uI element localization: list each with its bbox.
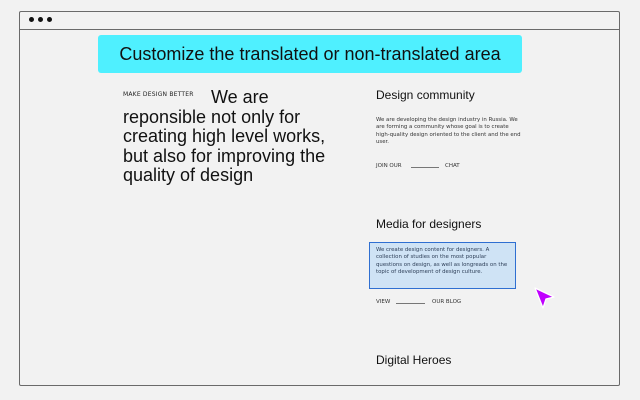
window-titlebar: [20, 12, 619, 30]
link-label-right: OUR BLOG: [432, 299, 462, 305]
link-divider: [396, 303, 425, 304]
section-title-design-community: Design community: [376, 88, 475, 102]
hero-heading-line1: We are: [211, 87, 269, 107]
section-description-design-community: We are developing the design industry in…: [376, 117, 521, 146]
hero-heading: We are reponsible not only for creating …: [123, 87, 328, 186]
window-dot-icon[interactable]: [38, 17, 43, 22]
section-title-media-for-designers: Media for designers: [376, 217, 482, 231]
link-label-left: JOIN OUR: [376, 163, 402, 169]
window-dot-icon[interactable]: [29, 17, 34, 22]
window-dot-icon[interactable]: [47, 17, 52, 22]
hero-heading-rest: reponsible not only for creating high le…: [123, 106, 326, 185]
link-divider: [411, 167, 439, 168]
link-label-right: CHAT: [445, 163, 460, 169]
customize-area-banner: Customize the translated or non-translat…: [98, 35, 522, 73]
pointer-cursor-icon: [534, 287, 555, 309]
link-label-left: VIEW: [376, 299, 391, 305]
section-title-digital-heroes: Digital Heroes: [376, 353, 452, 367]
section-description-media-for-designers[interactable]: We create design content for designers. …: [376, 247, 514, 277]
